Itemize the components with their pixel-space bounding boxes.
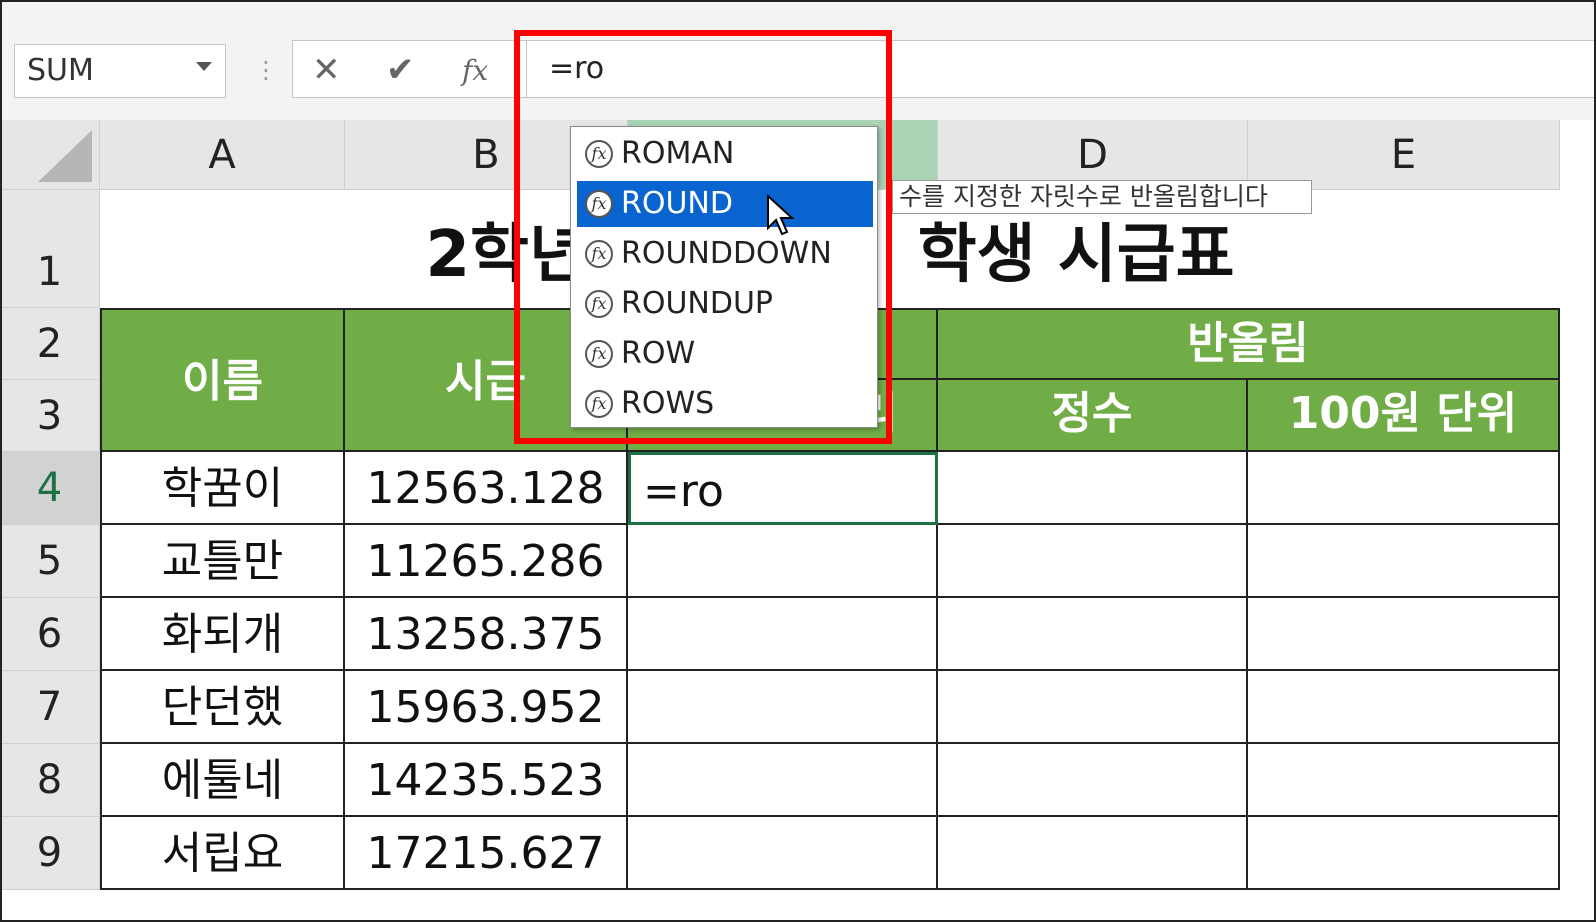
cell-e7[interactable]	[1248, 671, 1560, 744]
cell-c5[interactable]	[628, 525, 938, 598]
cell-a5[interactable]: 교틀만	[100, 525, 345, 598]
cell-a9[interactable]: 서립요	[100, 817, 345, 890]
row-header-3[interactable]: 3	[0, 380, 100, 452]
cell-a8[interactable]: 에툴네	[100, 744, 345, 817]
row-header-5[interactable]: 5	[0, 525, 100, 598]
row-header-9[interactable]: 9	[0, 817, 100, 890]
row-header-4[interactable]: 4	[0, 452, 100, 525]
enter-icon[interactable]: ✔	[386, 50, 415, 90]
cell-c8[interactable]	[628, 744, 938, 817]
cell-d5[interactable]	[938, 525, 1248, 598]
cell-e8[interactable]	[1248, 744, 1560, 817]
name-box[interactable]: SUM	[14, 44, 226, 98]
cell-b4[interactable]: 12563.128	[345, 452, 628, 525]
row-header-8[interactable]: 8	[0, 744, 100, 817]
cell-b9[interactable]: 17215.627	[345, 817, 628, 890]
insert-function-icon[interactable]: fx	[462, 54, 488, 87]
cell-d6[interactable]	[938, 598, 1248, 671]
active-cell-c4[interactable]: =ro	[628, 452, 938, 525]
select-all-triangle-icon	[38, 130, 92, 182]
cell-d9[interactable]	[938, 817, 1248, 890]
cell-b7[interactable]: 15963.952	[345, 671, 628, 744]
cell-c7[interactable]	[628, 671, 938, 744]
cell-b5[interactable]: 11265.286	[345, 525, 628, 598]
function-tooltip: 수를 지정한 자릿수로 반올림합니다	[892, 180, 1312, 214]
cell-d4[interactable]	[938, 452, 1248, 525]
cell-c6[interactable]	[628, 598, 938, 671]
header-name[interactable]: 이름	[100, 308, 345, 452]
cell-a6[interactable]: 화되개	[100, 598, 345, 671]
cell-e9[interactable]	[1248, 817, 1560, 890]
cell-e5[interactable]	[1248, 525, 1560, 598]
cell-e6[interactable]	[1248, 598, 1560, 671]
column-header-a[interactable]: A	[100, 120, 345, 190]
cell-b6[interactable]: 13258.375	[345, 598, 628, 671]
more-dots-icon: ⋮	[254, 56, 278, 84]
cell-d8[interactable]	[938, 744, 1248, 817]
header-integer[interactable]: 정수	[938, 380, 1248, 452]
ribbon-strip	[0, 0, 1596, 22]
chevron-down-icon[interactable]	[196, 62, 212, 71]
cell-b8[interactable]: 14235.523	[345, 744, 628, 817]
red-highlight-box	[514, 30, 892, 444]
row-header-7[interactable]: 7	[0, 671, 100, 744]
header-hundred-unit[interactable]: 100원 단위	[1248, 380, 1560, 452]
row-header-6[interactable]: 6	[0, 598, 100, 671]
header-round-group[interactable]: 반올림	[938, 308, 1560, 380]
cell-a7[interactable]: 단던했	[100, 671, 345, 744]
cell-d7[interactable]	[938, 671, 1248, 744]
cell-e4[interactable]	[1248, 452, 1560, 525]
title-right-text: 학생 시급표	[917, 218, 1235, 292]
cell-c9[interactable]	[628, 817, 938, 890]
row-header-1[interactable]: 1	[0, 190, 100, 308]
cell-a4[interactable]: 학꿈이	[100, 452, 345, 525]
cancel-icon[interactable]: ✕	[312, 50, 341, 90]
row-header-2[interactable]: 2	[0, 308, 100, 380]
